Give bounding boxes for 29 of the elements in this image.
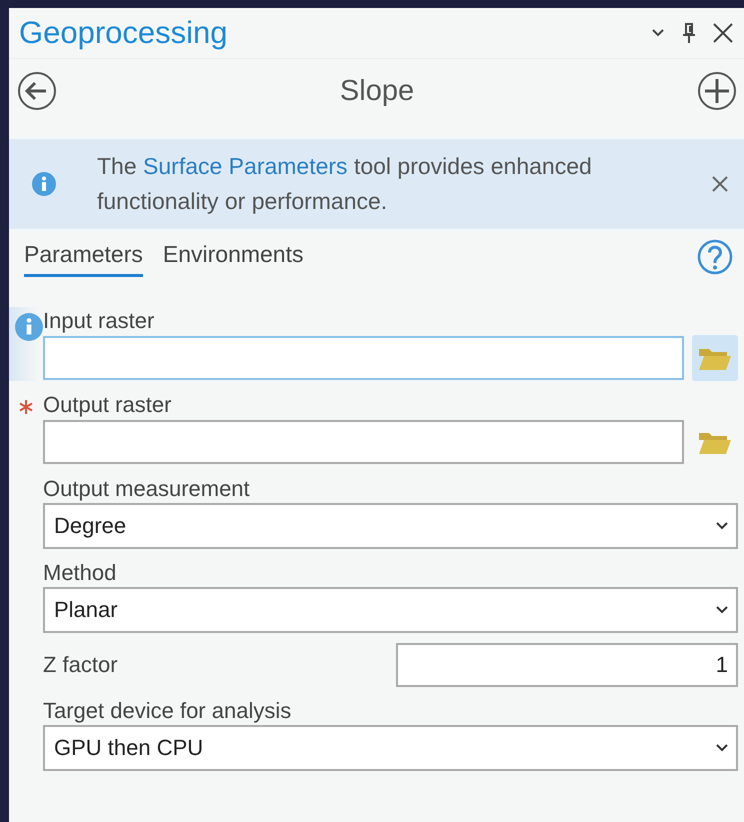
close-icon[interactable] [712, 22, 734, 44]
number-field[interactable]: 1 [396, 643, 738, 687]
chevron-down-icon [716, 606, 728, 614]
pin-icon[interactable] [682, 22, 696, 44]
field-label: Target device for analysis [43, 697, 292, 725]
field-label: Input raster [43, 307, 156, 335]
field-label: Output measurement [43, 475, 251, 503]
close-icon[interactable] [710, 174, 730, 194]
help-icon[interactable] [697, 239, 733, 275]
dropdown[interactable]: Degree [43, 503, 738, 549]
chevron-down-icon [716, 522, 728, 530]
tab[interactable]: Parameters [24, 239, 143, 277]
window-title: Geoprocessing [19, 15, 228, 51]
tool-title: Slope [340, 74, 414, 108]
dropdown[interactable]: GPU then CPU [43, 725, 738, 771]
field-label: Z factor [43, 651, 118, 679]
info-icon [32, 172, 56, 196]
add-icon[interactable] [696, 71, 737, 111]
info-message: The Surface Parameters tool provides enhanced functionality or performance. [97, 152, 593, 216]
field-label: Output raster [43, 391, 172, 419]
input-field[interactable] [43, 336, 684, 380]
surface-parameters-link[interactable]: Surface Parameters [143, 153, 348, 179]
field-label: Method [43, 559, 118, 587]
chevron-down-icon [716, 744, 728, 752]
input-field[interactable] [43, 420, 684, 464]
tab[interactable]: Environments [162, 239, 304, 277]
dropdown[interactable]: Planar [43, 587, 738, 633]
back-icon[interactable] [17, 71, 57, 111]
chevron-down-icon[interactable] [650, 27, 666, 39]
